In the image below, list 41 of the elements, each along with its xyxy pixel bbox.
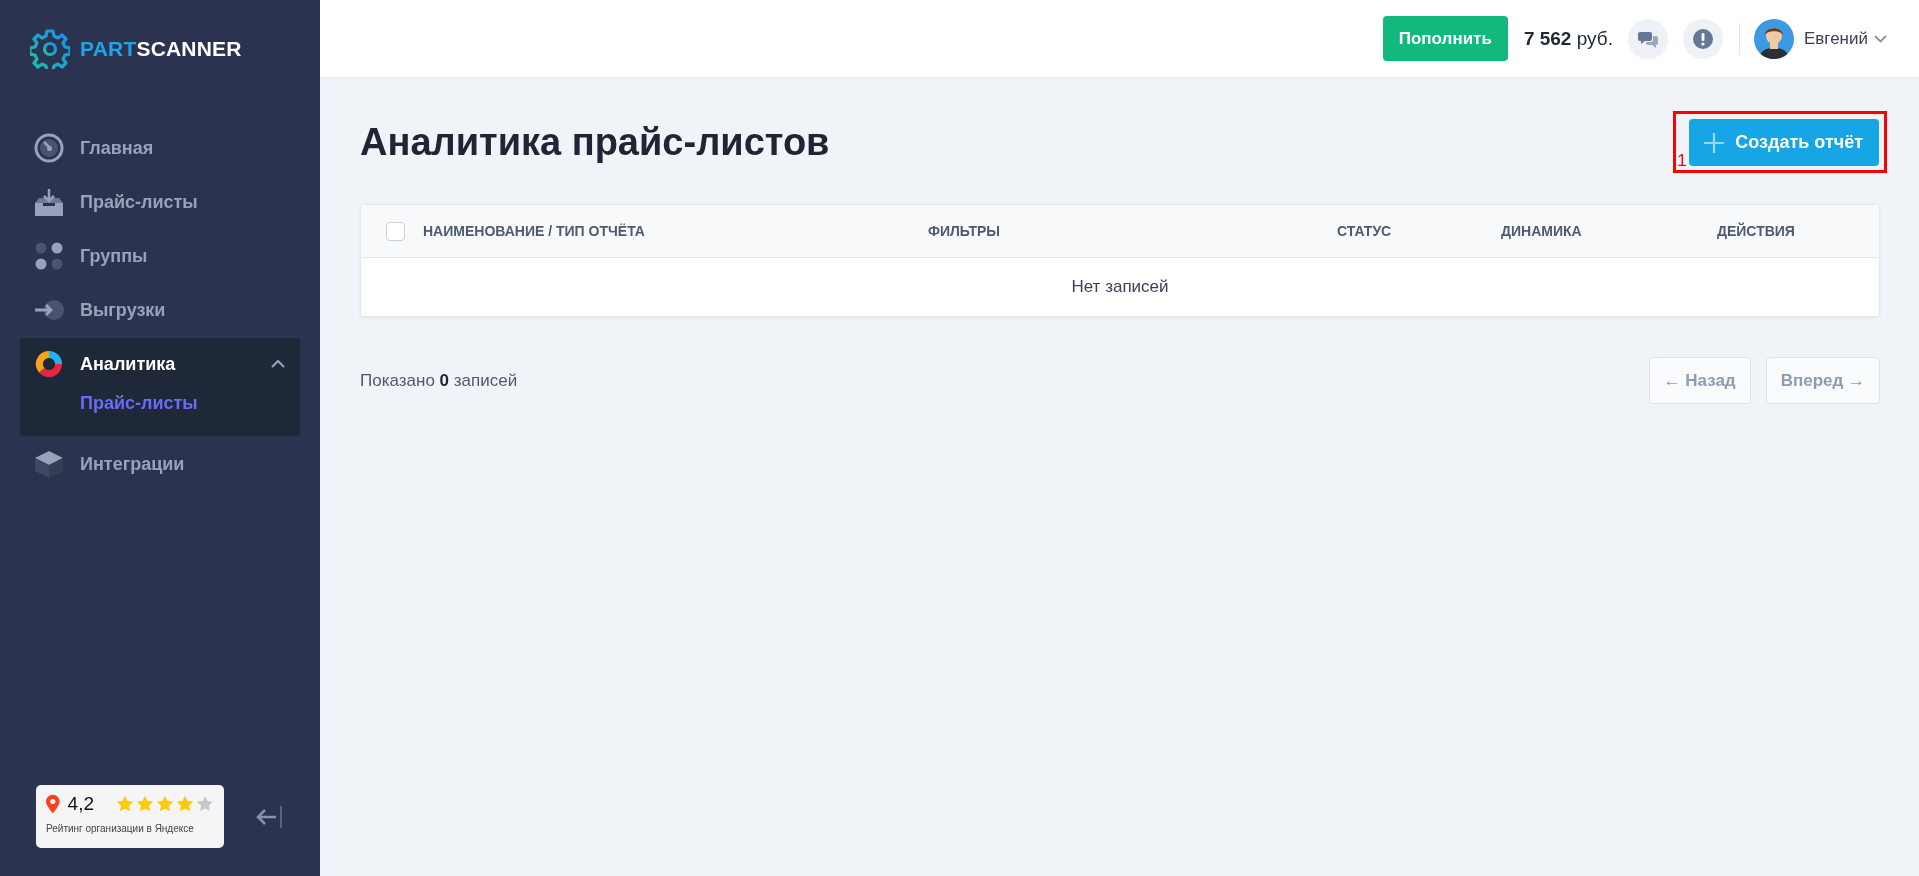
user-menu[interactable]: Евгений <box>1803 28 1887 49</box>
inbox-icon <box>34 187 64 217</box>
nav-subitem[interactable]: Прайс-листы <box>20 390 300 416</box>
page-title: Аналитика прайс-листов <box>360 120 830 164</box>
cube-icon <box>34 449 64 479</box>
star-icon <box>156 795 174 813</box>
rating-card[interactable]: 4,2 Рейтинг организации в Яндексе <box>36 785 224 848</box>
logo-text: PARTSCANNER <box>80 37 242 61</box>
star-icon <box>196 795 214 813</box>
column-header[interactable]: ФИЛЬТРЫ <box>928 223 1337 239</box>
star-icon <box>116 795 134 813</box>
star-icon <box>136 795 154 813</box>
chevron-down-icon <box>1874 34 1887 43</box>
nav-item[interactable]: Выгрузки <box>20 284 300 336</box>
column-header[interactable]: ДЕЙСТВИЯ <box>1717 223 1879 239</box>
column-header[interactable]: СТАТУС <box>1337 223 1501 239</box>
empty-message: Нет записей <box>1071 276 1169 298</box>
topup-button[interactable]: Пополнить <box>1382 16 1508 61</box>
nav-item[interactable]: Прайс-листы <box>20 176 300 228</box>
exclamation-icon <box>1692 28 1713 49</box>
nav-item[interactable]: Интеграции <box>20 438 300 490</box>
map-pin-icon <box>46 793 60 815</box>
gauge-icon <box>34 133 64 163</box>
annotation-number: 1 <box>1677 152 1687 169</box>
donut-chart-icon <box>34 349 64 379</box>
balance-text: 7 562 руб. <box>1523 27 1613 50</box>
plus-icon <box>1703 131 1726 154</box>
star-icon <box>176 795 194 813</box>
records-count-text: Показано 0 записей <box>360 370 518 391</box>
select-all-checkbox[interactable] <box>386 221 405 241</box>
create-report-button[interactable]: Создать отчёт <box>1689 119 1879 166</box>
dots-icon <box>34 241 64 271</box>
nav-item[interactable]: Группы <box>20 230 300 282</box>
nav-item[interactable]: Аналитика <box>20 338 300 390</box>
nav-item[interactable]: Главная <box>20 122 300 174</box>
avatar-icon <box>1753 18 1794 59</box>
column-header[interactable]: НАИМЕНОВАНИЕ / ТИП ОТЧЁТА <box>423 223 645 239</box>
column-header[interactable]: ДИНАМИКА <box>1501 223 1717 239</box>
gear-logo-icon <box>30 29 70 69</box>
rating-score: 4,2 <box>67 793 94 815</box>
rating-caption: Рейтинг организации в Яндексе <box>46 823 195 834</box>
